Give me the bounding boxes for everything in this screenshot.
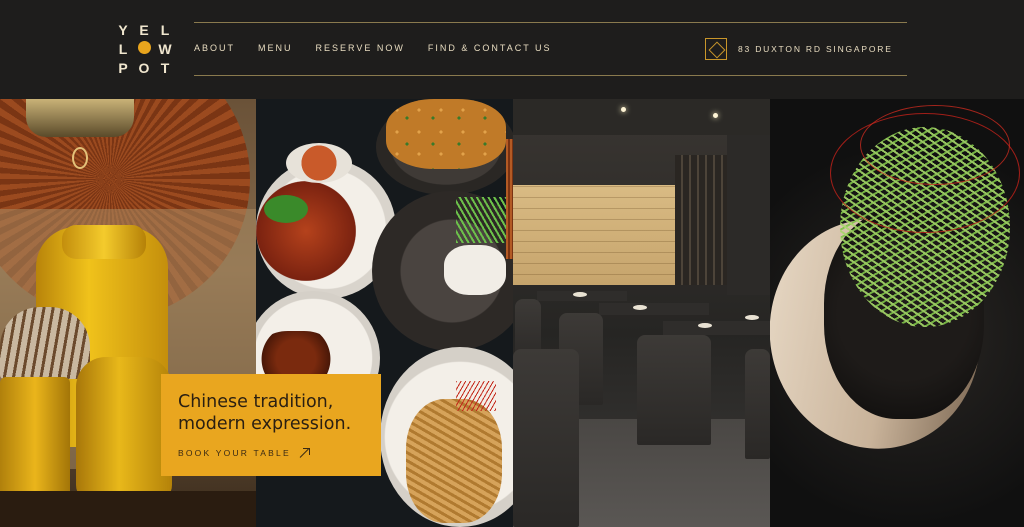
header-divider-top — [194, 22, 907, 23]
nav-about[interactable]: ABOUT — [194, 43, 235, 53]
nav-find-contact[interactable]: FIND & CONTACT US — [428, 43, 552, 53]
hero-image-dining-room — [513, 99, 770, 527]
logo-dot-icon — [137, 40, 151, 57]
crispy-dish — [406, 399, 502, 523]
address-text: 83 DUXTON RD SINGAPORE — [738, 44, 893, 54]
sauce-bowl — [286, 143, 352, 183]
dining-chair — [745, 349, 770, 459]
nav-reserve-now[interactable]: RESERVE NOW — [316, 43, 405, 53]
logo-letter: W — [158, 40, 172, 57]
roast-duck — [256, 181, 356, 281]
dining-chair — [513, 349, 579, 527]
logo-row-2: L W — [116, 39, 172, 58]
site-header: Y E L L W P O T ABOUT MENU RESERVE NOW F… — [0, 0, 1024, 99]
logo-letter: E — [139, 21, 149, 38]
chili-thread — [860, 105, 1010, 185]
location-diamond-icon — [705, 38, 727, 60]
book-table-label: BOOK YOUR TABLE — [178, 448, 291, 458]
logo-letter: P — [118, 59, 128, 76]
arrow-up-right-icon — [300, 448, 310, 458]
place-setting — [633, 305, 647, 310]
calligraphy-brushes — [0, 307, 90, 379]
ceiling — [513, 99, 770, 135]
chili-threads — [456, 381, 496, 411]
brush-cup — [0, 377, 70, 503]
logo-letter: O — [138, 59, 150, 76]
hero-cta-card: Chinese tradition, modern expression. BO… — [161, 374, 381, 476]
main-nav: ABOUT MENU RESERVE NOW FIND & CONTACT US — [194, 43, 575, 53]
logo-letter: T — [160, 59, 170, 76]
ceiling-light — [713, 113, 718, 118]
logo-letter: L — [160, 21, 170, 38]
address-link[interactable]: 83 DUXTON RD SINGAPORE — [705, 38, 893, 60]
lattice-screen — [675, 155, 727, 285]
pendant-lamp — [26, 99, 134, 137]
hero-image-closeup-dish — [770, 99, 1024, 527]
logo-row-1: Y E L — [116, 20, 172, 39]
table-surface — [0, 491, 256, 527]
yellow-jar-lid — [62, 225, 146, 259]
yellow-jar-small — [76, 357, 172, 503]
copper-fan-edge — [506, 139, 513, 259]
fried-chicken-dish — [386, 99, 506, 169]
place-setting — [745, 315, 759, 320]
place-setting — [573, 292, 587, 297]
nav-menu[interactable]: MENU — [258, 43, 293, 53]
logo-letter: Y — [118, 21, 128, 38]
yellow-pot-logo[interactable]: Y E L L W P O T — [116, 20, 176, 78]
ceiling-light — [621, 107, 626, 112]
garnish-leaves — [264, 195, 308, 223]
header-divider-bottom — [194, 75, 907, 76]
lamp-ring — [72, 147, 88, 169]
logo-row-3: P O T — [116, 58, 172, 77]
place-setting — [698, 323, 712, 328]
fish-fillet — [444, 245, 506, 295]
logo-letter: L — [118, 40, 128, 57]
dining-table — [599, 303, 709, 315]
dark-wall-panel — [727, 135, 770, 295]
book-table-button[interactable]: BOOK YOUR TABLE — [178, 448, 310, 458]
dining-chair — [637, 335, 711, 445]
herb-garnish — [456, 197, 506, 243]
dining-table — [663, 321, 770, 335]
hero-headline: Chinese tradition, modern expression. — [178, 392, 352, 434]
